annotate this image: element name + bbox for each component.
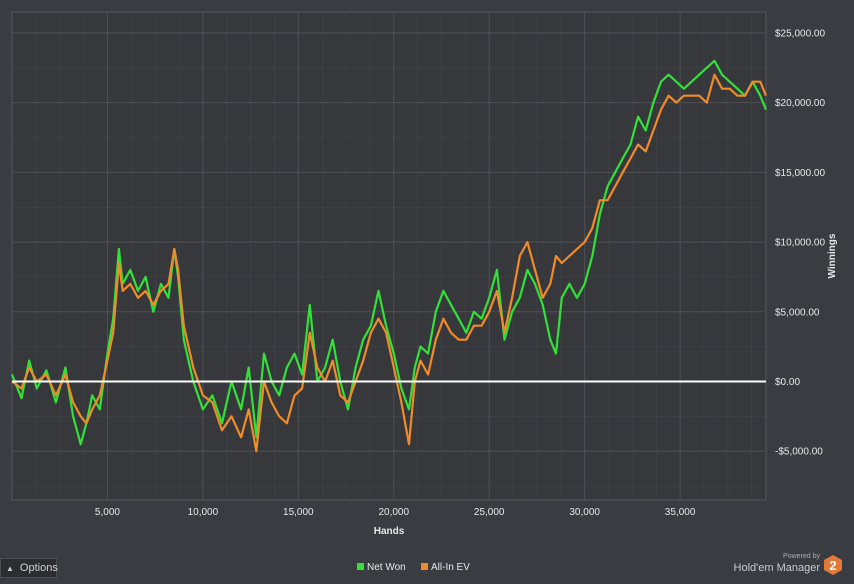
y-tick-label: $15,000.00 xyxy=(775,168,825,179)
y-axis-label: Winnings xyxy=(827,233,838,278)
legend-label-0: Net Won xyxy=(367,562,406,573)
powered-by-text: Powered by xyxy=(783,553,820,560)
plot-area xyxy=(11,11,767,501)
y-tick-label: $25,000.00 xyxy=(775,28,825,39)
legend-label-1: All-In EV xyxy=(431,562,470,573)
x-tick-label: 35,000 xyxy=(665,507,696,518)
chart-svg: 5,000 10,000 15,000 20,000 25,000 30,000 35,00… xyxy=(10,11,838,573)
y-tick-label: $10,000.00 xyxy=(775,238,825,249)
branding: Powered by Hold'em Manager 2 xyxy=(734,551,842,575)
product-name: Hold'em Manager xyxy=(733,562,820,574)
x-tick-label: 25,000 xyxy=(474,507,505,518)
logo-digit: 2 xyxy=(829,558,836,573)
legend-swatch-1 xyxy=(421,563,428,570)
x-axis-label: Hands xyxy=(374,526,405,537)
hem-logo-icon: 2 xyxy=(824,555,842,575)
x-tick-label: 10,000 xyxy=(188,507,219,518)
x-tick-label: 5,000 xyxy=(95,507,120,518)
x-tick-label: 30,000 xyxy=(569,507,600,518)
y-tick-label: -$5,000.00 xyxy=(775,447,823,458)
legend-swatch-0 xyxy=(357,563,364,570)
winnings-chart: 5,000 10,000 15,000 20,000 25,000 30,000 35,00… xyxy=(0,0,854,579)
x-tick-label: 20,000 xyxy=(378,507,409,518)
x-tick-label: 15,000 xyxy=(283,507,314,518)
options-button[interactable]: ▲ Options xyxy=(0,558,58,578)
options-label: Options xyxy=(19,562,58,574)
chevron-up-icon: ▲ xyxy=(6,563,14,573)
y-tick-label: $5,000.00 xyxy=(775,307,820,318)
y-tick-label: $20,000.00 xyxy=(775,98,825,109)
y-tick-label: $0.00 xyxy=(775,377,800,388)
